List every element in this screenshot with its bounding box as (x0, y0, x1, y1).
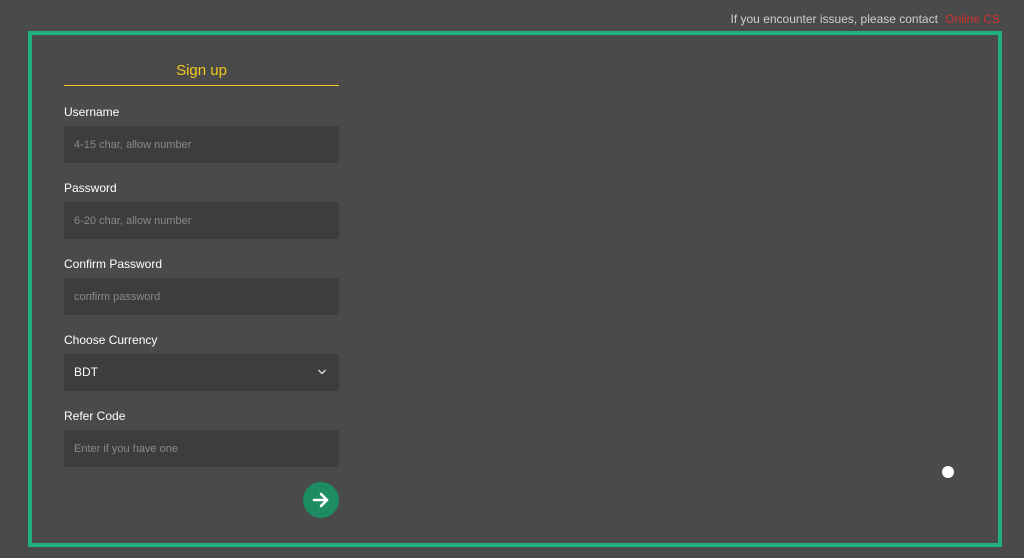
contact-notice-text: If you encounter issues, please contact (730, 12, 938, 26)
confirm-password-input[interactable] (64, 278, 339, 315)
username-label: Username (64, 105, 120, 119)
submit-button[interactable] (303, 482, 339, 518)
password-label: Password (64, 181, 117, 195)
password-input[interactable] (64, 202, 339, 239)
arrow-right-icon (312, 492, 329, 508)
refer-code-input[interactable] (64, 430, 339, 467)
signup-title: Sign up (64, 62, 339, 86)
status-dot (942, 466, 954, 478)
currency-value: BDT (74, 365, 98, 379)
currency-select[interactable]: BDT (64, 354, 339, 391)
currency-label: Choose Currency (64, 333, 158, 347)
contact-notice: If you encounter issues, please contact … (730, 12, 1000, 26)
confirm-password-label: Confirm Password (64, 257, 163, 271)
signup-form: Sign up Username Password Confirm Passwo… (64, 62, 339, 467)
chevron-down-icon (317, 354, 327, 407)
refer-code-label: Refer Code (64, 409, 126, 423)
username-input[interactable] (64, 126, 339, 163)
online-cs-link[interactable]: Online CS (945, 12, 1000, 26)
